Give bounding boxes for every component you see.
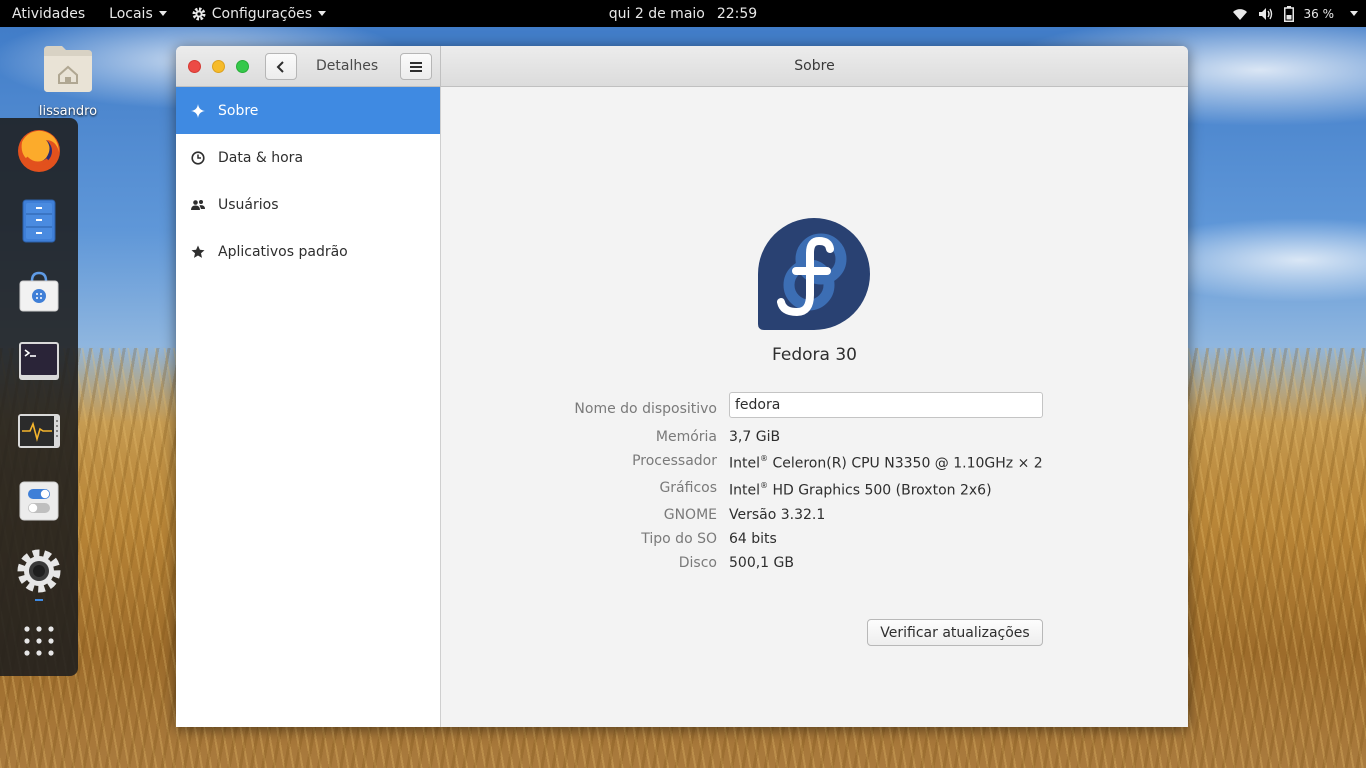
device-name-label: Nome do dispositivo bbox=[574, 401, 717, 417]
dock-files[interactable] bbox=[14, 196, 64, 246]
home-folder-icon bbox=[44, 46, 92, 92]
graphics-value: Intel® HD Graphics 500 (Broxton 2x6) bbox=[729, 481, 992, 499]
dock-show-apps[interactable] bbox=[14, 616, 64, 666]
clock-icon bbox=[190, 150, 206, 166]
disk-value: 500,1 GB bbox=[729, 555, 794, 571]
content-header: Sobre bbox=[441, 46, 1188, 86]
os-name: Fedora 30 bbox=[772, 345, 857, 365]
back-button[interactable] bbox=[265, 53, 297, 80]
about-panel: Fedora 30 Nome do dispositivo Memória 3,… bbox=[441, 87, 1188, 727]
check-updates-button[interactable]: Verificar atualizações bbox=[867, 619, 1043, 646]
volume-icon bbox=[1258, 7, 1272, 20]
terminal-icon bbox=[19, 342, 59, 380]
processor-label: Processador bbox=[632, 453, 717, 469]
settings-window: Detalhes Sobre Sobre Data & hora Usuário… bbox=[176, 46, 1188, 727]
dock-terminal[interactable] bbox=[14, 336, 64, 386]
sidebar-item-aplicativos-padrao[interactable]: Aplicativos padrão bbox=[176, 228, 440, 275]
activities-button[interactable]: Atividades bbox=[0, 0, 97, 27]
settings-icon bbox=[17, 549, 61, 593]
os-type-label: Tipo do SO bbox=[641, 531, 717, 547]
sidebar-item-label: Data & hora bbox=[218, 149, 304, 166]
gear-icon bbox=[192, 7, 206, 20]
hamburger-menu-icon bbox=[410, 61, 422, 72]
header-bar: Detalhes Sobre bbox=[176, 46, 1188, 87]
running-indicator bbox=[35, 599, 43, 601]
caret-down-icon bbox=[1350, 11, 1358, 16]
close-window-button[interactable] bbox=[188, 60, 201, 73]
show-apps-icon bbox=[24, 626, 54, 656]
graphics-brand: Intel bbox=[729, 482, 760, 499]
graphics-label: Gráficos bbox=[659, 480, 717, 496]
app-menu[interactable]: Configurações bbox=[179, 0, 338, 27]
caret-down-icon bbox=[318, 11, 327, 16]
system-status-area[interactable]: 36 % bbox=[1232, 0, 1358, 27]
caret-down-icon bbox=[158, 11, 167, 16]
graphics-model: HD Graphics 500 (Broxton 2x6) bbox=[768, 482, 992, 499]
gnome-value: Versão 3.32.1 bbox=[729, 507, 826, 523]
memory-label: Memória bbox=[655, 429, 717, 445]
sparkle-icon bbox=[190, 103, 206, 119]
dock-firefox[interactable] bbox=[14, 126, 64, 176]
device-name-field[interactable] bbox=[729, 392, 1043, 418]
system-monitor-icon bbox=[18, 414, 60, 448]
desktop-home-folder[interactable]: lissandro bbox=[30, 42, 106, 119]
activities-label: Atividades bbox=[12, 5, 86, 22]
maximize-window-button[interactable] bbox=[236, 60, 249, 73]
software-icon bbox=[19, 271, 59, 312]
tweaks-icon bbox=[19, 481, 59, 521]
clock[interactable]: qui 2 de maio 22:59 bbox=[609, 0, 757, 27]
home-folder-label: lissandro bbox=[38, 104, 98, 119]
sidebar-item-label: Aplicativos padrão bbox=[218, 243, 348, 260]
battery-percentage: 36 % bbox=[1303, 6, 1335, 21]
firefox-icon bbox=[18, 130, 60, 172]
sidebar-item-label: Sobre bbox=[218, 102, 259, 119]
app-menu-label: Configurações bbox=[211, 5, 313, 22]
places-menu[interactable]: Locais bbox=[97, 0, 179, 27]
sidebar-item-data-hora[interactable]: Data & hora bbox=[176, 134, 440, 181]
fedora-logo bbox=[758, 218, 870, 330]
processor-mark: ® bbox=[760, 454, 768, 463]
content-title: Sobre bbox=[794, 58, 835, 74]
menu-button[interactable] bbox=[400, 53, 432, 80]
dock-settings[interactable] bbox=[14, 546, 64, 601]
files-icon bbox=[22, 199, 56, 243]
gnome-label: GNOME bbox=[663, 507, 717, 523]
dock-tweaks[interactable] bbox=[14, 476, 64, 526]
chevron-left-icon bbox=[276, 60, 284, 73]
graphics-mark: ® bbox=[760, 481, 768, 490]
sidebar-item-label: Usuários bbox=[218, 196, 279, 213]
memory-value: 3,7 GiB bbox=[729, 429, 781, 445]
top-bar: Atividades Locais Configurações qui 2 de… bbox=[0, 0, 1366, 27]
sidebar-item-usuarios[interactable]: Usuários bbox=[176, 181, 440, 228]
battery-icon bbox=[1283, 5, 1294, 22]
minimize-window-button[interactable] bbox=[212, 60, 225, 73]
os-type-value: 64 bits bbox=[729, 531, 777, 547]
details-sidebar: Sobre Data & hora Usuários Aplicativos p… bbox=[176, 87, 441, 727]
processor-brand: Intel bbox=[729, 455, 760, 472]
processor-model: Celeron(R) CPU N3350 @ 1.10GHz × 2 bbox=[768, 455, 1043, 472]
dock-system-monitor[interactable] bbox=[14, 406, 64, 456]
disk-label: Disco bbox=[678, 555, 717, 571]
users-icon bbox=[190, 197, 206, 213]
star-icon bbox=[190, 244, 206, 260]
dock-software[interactable] bbox=[14, 266, 64, 316]
sidebar-item-sobre[interactable]: Sobre bbox=[176, 87, 440, 134]
wifi-icon bbox=[1232, 8, 1247, 20]
clock-date: qui 2 de maio bbox=[608, 5, 705, 22]
places-label: Locais bbox=[109, 5, 153, 22]
sidebar-header: Detalhes bbox=[176, 46, 441, 86]
clock-time: 22:59 bbox=[716, 5, 758, 22]
processor-value: Intel® Celeron(R) CPU N3350 @ 1.10GHz × … bbox=[729, 454, 1043, 472]
dash-dock bbox=[0, 118, 78, 676]
sidebar-title: Detalhes bbox=[316, 58, 379, 74]
